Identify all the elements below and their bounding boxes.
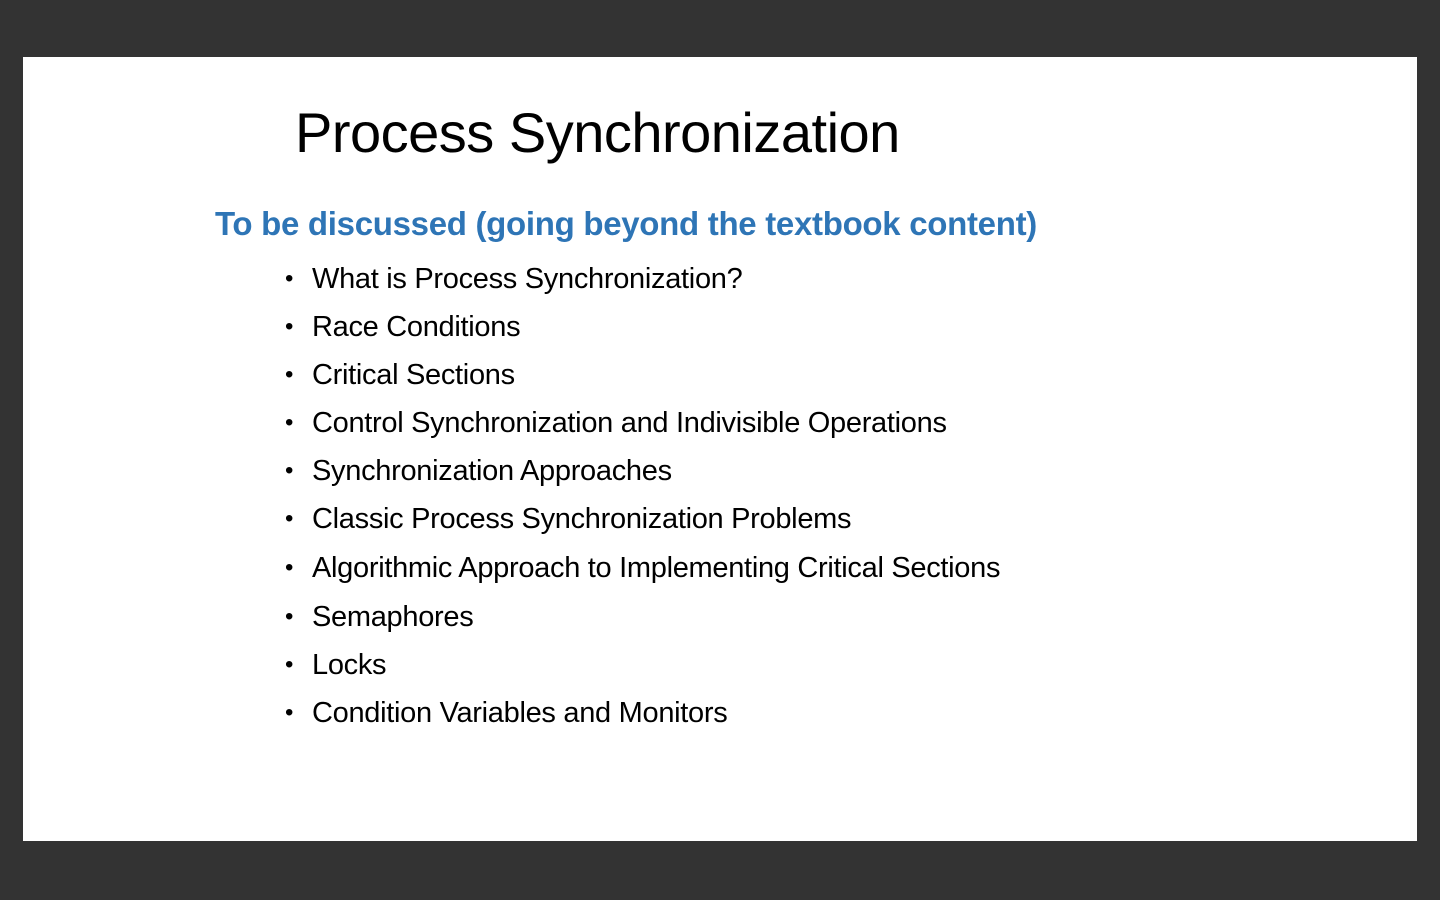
bullet-icon: • [285,505,294,532]
list-item-text: Control Synchronization and Indivisible … [312,406,947,439]
bullet-icon: • [285,265,294,292]
list-item-text: Classic Process Synchronization Problems [312,502,852,535]
list-item: • Semaphores [285,593,1000,641]
bullet-icon: • [285,409,294,436]
bullet-icon: • [285,361,294,388]
bullet-icon: • [285,699,294,726]
list-item-text: Race Conditions [312,310,521,343]
list-item-text: Locks [312,648,387,681]
list-item-text: Synchronization Approaches [312,454,672,487]
bullet-icon: • [285,457,294,484]
bullet-icon: • [285,554,294,581]
list-item-text: Algorithmic Approach to Implementing Cri… [312,551,1001,584]
bullet-icon: • [285,651,294,678]
list-item: • Synchronization Approaches [285,447,1000,495]
list-item: • Condition Variables and Monitors [285,689,1000,737]
topic-list: • What is Process Synchronization? • Rac… [285,255,1000,737]
list-item-text: Critical Sections [312,358,515,391]
list-item: • Classic Process Synchronization Proble… [285,495,1000,543]
list-item: • Critical Sections [285,351,1000,399]
list-item: • Control Synchronization and Indivisibl… [285,399,1000,447]
list-item: • Locks [285,641,1000,689]
slide-title: Process Synchronization [295,101,900,164]
list-item: • Race Conditions [285,303,1000,351]
slide: Process Synchronization To be discussed … [23,57,1417,841]
list-item-text: What is Process Synchronization? [312,262,743,295]
list-item-text: Condition Variables and Monitors [312,696,728,729]
bullet-icon: • [285,603,294,630]
list-item: • What is Process Synchronization? [285,255,1000,303]
list-item: • Algorithmic Approach to Implementing C… [285,543,1000,593]
presentation-viewer: Process Synchronization To be discussed … [0,0,1440,900]
list-item-text: Semaphores [312,600,474,633]
bullet-icon: • [285,313,294,340]
slide-subtitle: To be discussed (going beyond the textbo… [215,205,1037,242]
